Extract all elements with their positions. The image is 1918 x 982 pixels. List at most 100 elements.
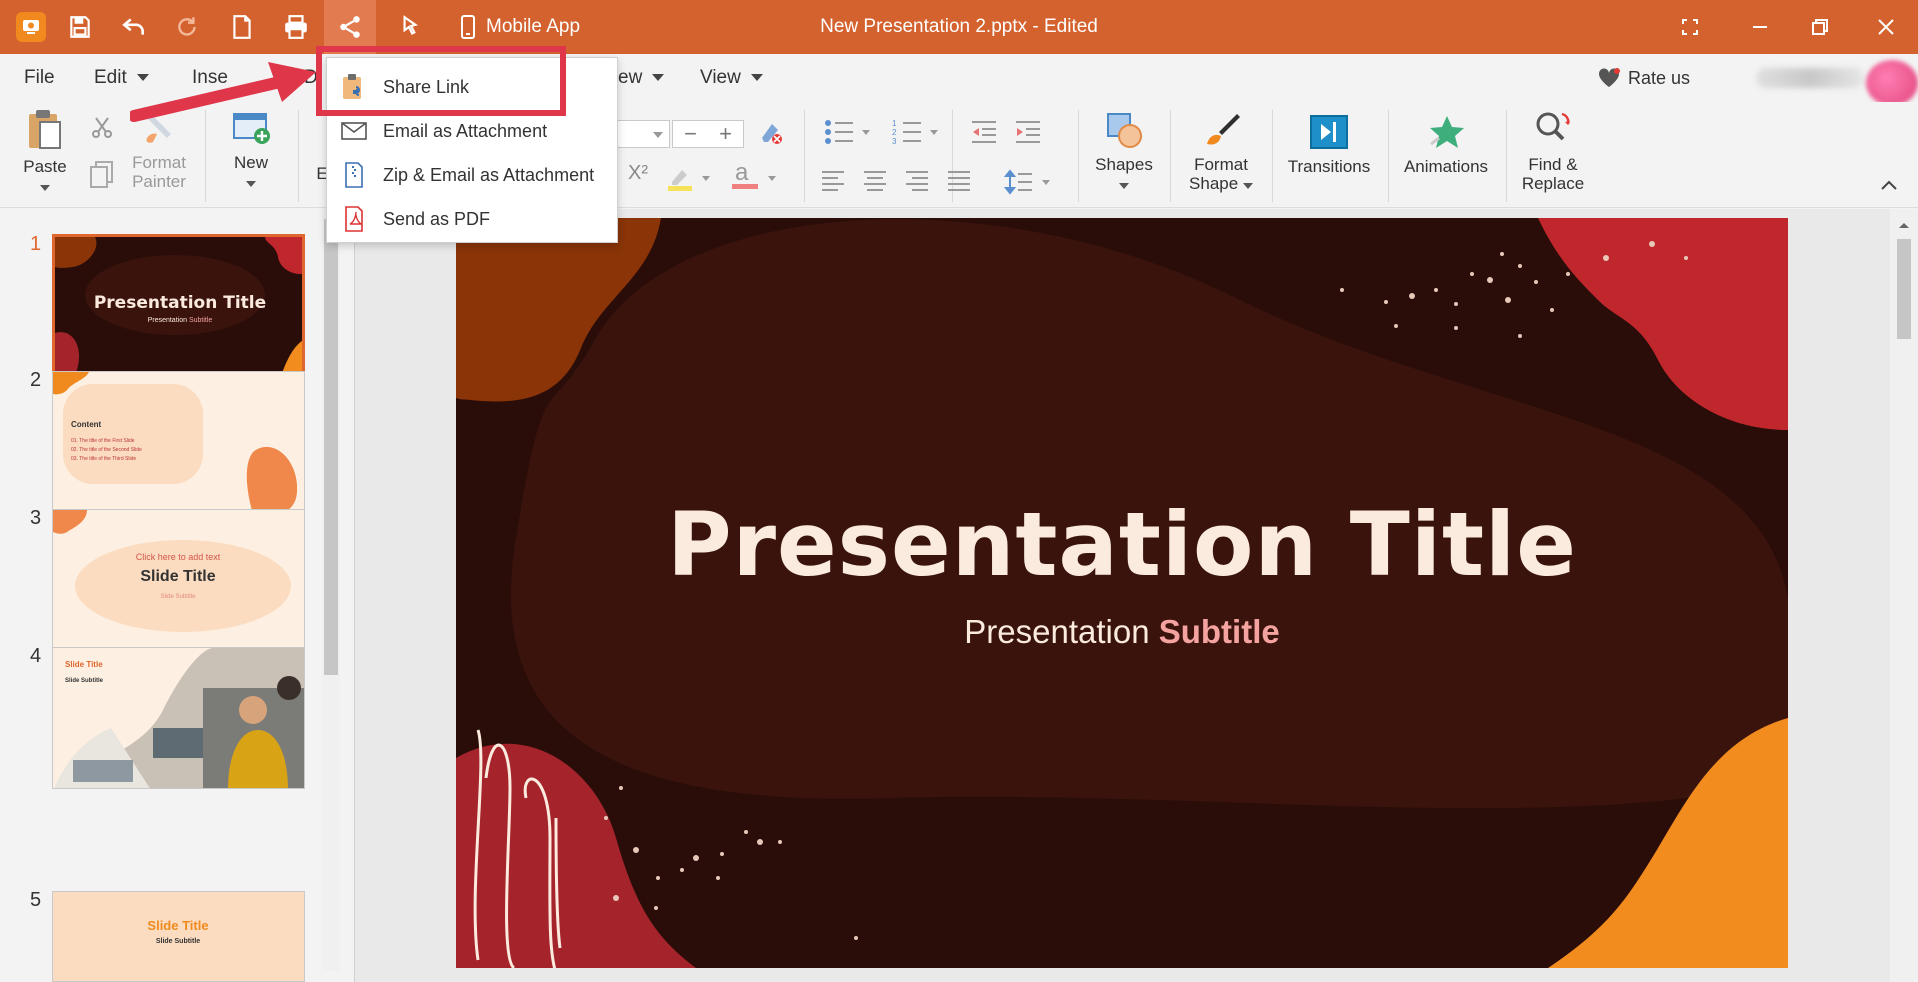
shapes-icon bbox=[1107, 113, 1142, 148]
font-size-input[interactable] bbox=[612, 120, 670, 148]
slide-number: 2 bbox=[30, 369, 42, 391]
thumbnail-title: Slide Title bbox=[140, 568, 216, 585]
star-icon bbox=[1430, 116, 1464, 148]
svg-text:2: 2 bbox=[892, 128, 897, 137]
thumbnail-photo bbox=[53, 648, 304, 788]
bullet-list-icon[interactable] bbox=[824, 118, 876, 151]
pdf-icon bbox=[341, 206, 367, 232]
email-attachment-label: Email as Attachment bbox=[383, 120, 548, 141]
svg-text:1: 1 bbox=[892, 119, 897, 128]
menu-file[interactable]: File bbox=[24, 54, 55, 102]
thumbnail-line: 01. The title of the First Slide bbox=[71, 438, 135, 444]
email-icon bbox=[341, 118, 367, 144]
thumbnail-scrollbar[interactable] bbox=[322, 209, 340, 971]
justify-icon[interactable] bbox=[946, 170, 972, 197]
thumbnail-title: Presentation Title bbox=[93, 293, 267, 313]
transitions-icon bbox=[1310, 115, 1348, 149]
thumbnail-subtitle: Slide Subtitle bbox=[65, 678, 104, 684]
fullscreen-icon[interactable] bbox=[1660, 0, 1720, 54]
undo-icon[interactable] bbox=[108, 0, 160, 54]
slide-title[interactable]: Presentation Title bbox=[456, 493, 1788, 596]
app-logo-icon[interactable] bbox=[16, 12, 46, 42]
send-pdf-label: Send as PDF bbox=[383, 208, 491, 229]
save-icon[interactable] bbox=[54, 0, 106, 54]
zip-email-menu-item[interactable]: Zip & Email as Attachment bbox=[327, 153, 617, 197]
chevron-down-icon bbox=[1242, 183, 1253, 189]
title-bar: Mobile App New Presentation 2.pptx - Edi… bbox=[0, 0, 1918, 54]
menu-view[interactable]: View bbox=[700, 54, 763, 102]
slide-number: 5 bbox=[30, 889, 42, 911]
slide-subtitle[interactable]: Presentation Subtitle bbox=[456, 613, 1788, 651]
slide-thumbnail-4[interactable]: Slide Title Slide Subtitle bbox=[52, 647, 305, 789]
canvas-scrollbar[interactable] bbox=[1890, 209, 1918, 982]
redo-icon[interactable] bbox=[162, 0, 214, 54]
slide-thumbnail-panel: 1 Presentation Title Presentation Subtit… bbox=[0, 209, 346, 982]
thumbnail-subtitle: Slide Subtitle bbox=[160, 594, 196, 600]
align-left-icon[interactable] bbox=[820, 170, 846, 197]
thumbnail-title: Slide Title bbox=[147, 918, 209, 933]
mobile-app-label: Mobile App bbox=[486, 16, 581, 37]
increase-indent-icon[interactable] bbox=[1014, 120, 1042, 149]
chevron-down-icon bbox=[40, 185, 50, 191]
minimize-icon[interactable] bbox=[1730, 0, 1790, 54]
clipboard-icon bbox=[29, 110, 61, 149]
mobile-phone-icon bbox=[461, 15, 475, 39]
thumbnail-heading: Content bbox=[71, 420, 102, 429]
send-pdf-menu-item[interactable]: Send as PDF bbox=[327, 197, 617, 241]
zip-email-label: Zip & Email as Attachment bbox=[383, 164, 595, 185]
collapse-ribbon-icon[interactable] bbox=[1880, 178, 1898, 196]
decrease-font-icon[interactable]: − bbox=[684, 121, 697, 147]
slide-thumbnail-1[interactable]: Presentation Title Presentation Subtitle bbox=[52, 234, 305, 376]
increase-font-icon[interactable]: + bbox=[719, 121, 732, 147]
new-document-icon[interactable] bbox=[216, 0, 268, 54]
user-name bbox=[1756, 68, 1864, 88]
align-center-icon[interactable] bbox=[862, 170, 888, 197]
avatar[interactable] bbox=[1866, 60, 1918, 106]
line-spacing-icon[interactable] bbox=[1003, 168, 1056, 201]
thumbnail-line: 02. The title of the Second Slide bbox=[71, 447, 142, 453]
slide-number: 4 bbox=[30, 645, 42, 667]
highlight-frame bbox=[316, 46, 566, 116]
menu-review[interactable]: ew bbox=[618, 54, 665, 102]
find-replace-button[interactable]: Find & Replace bbox=[1516, 110, 1590, 193]
align-right-icon[interactable] bbox=[904, 170, 930, 197]
slide-thumbnail-3[interactable]: Click here to add text Slide Title Slide… bbox=[52, 509, 305, 651]
format-shape-button[interactable]: Format Shape bbox=[1180, 110, 1262, 193]
clear-format-icon[interactable] bbox=[756, 118, 784, 151]
zip-icon bbox=[341, 162, 367, 188]
restore-icon[interactable] bbox=[1790, 0, 1850, 54]
slide-number: 1 bbox=[30, 233, 42, 255]
chevron-down-icon bbox=[246, 181, 256, 187]
font-color-icon[interactable]: a bbox=[730, 159, 782, 199]
shapes-button[interactable]: Shapes bbox=[1090, 110, 1158, 194]
cut-icon[interactable] bbox=[90, 116, 114, 145]
brush-icon bbox=[1207, 114, 1240, 145]
rate-us-button[interactable]: Rate us bbox=[1598, 54, 1690, 102]
scroll-up-icon[interactable] bbox=[1890, 215, 1918, 235]
superscript-button[interactable]: X² bbox=[624, 162, 652, 185]
find-replace-icon bbox=[1536, 112, 1570, 141]
highlight-color-icon[interactable] bbox=[666, 164, 714, 199]
transitions-button[interactable]: Transitions bbox=[1284, 114, 1374, 176]
thumbnail-line: 03. The title of the Third Slide bbox=[71, 456, 137, 462]
main-slide[interactable]: Presentation Title Presentation Subtitle bbox=[456, 218, 1788, 968]
heart-icon bbox=[1598, 68, 1620, 87]
numbered-list-icon[interactable]: 123 bbox=[892, 118, 944, 151]
svg-text:a: a bbox=[735, 160, 749, 186]
thumbnail-subtitle: Presentation Subtitle bbox=[147, 317, 213, 324]
slide-number: 3 bbox=[30, 507, 42, 529]
copy-icon[interactable] bbox=[88, 160, 116, 193]
svg-text:3: 3 bbox=[892, 137, 897, 146]
paste-button[interactable]: Paste bbox=[18, 108, 72, 196]
chevron-down-icon bbox=[1119, 183, 1129, 189]
thumbnail-hint: Click here to add text bbox=[135, 552, 221, 562]
rate-us-label: Rate us bbox=[1628, 67, 1691, 88]
close-icon[interactable] bbox=[1856, 0, 1916, 54]
slide-thumbnail-5[interactable]: Slide Title Slide Subtitle bbox=[52, 891, 305, 982]
print-icon[interactable] bbox=[270, 0, 322, 54]
slide-thumbnail-2[interactable]: Content 01. The title of the First Slide… bbox=[52, 371, 305, 513]
annotation-arrow-icon bbox=[130, 62, 316, 122]
decrease-indent-icon[interactable] bbox=[970, 120, 998, 149]
font-size-stepper[interactable]: − + bbox=[672, 120, 744, 148]
animations-button[interactable]: Animations bbox=[1398, 114, 1494, 176]
